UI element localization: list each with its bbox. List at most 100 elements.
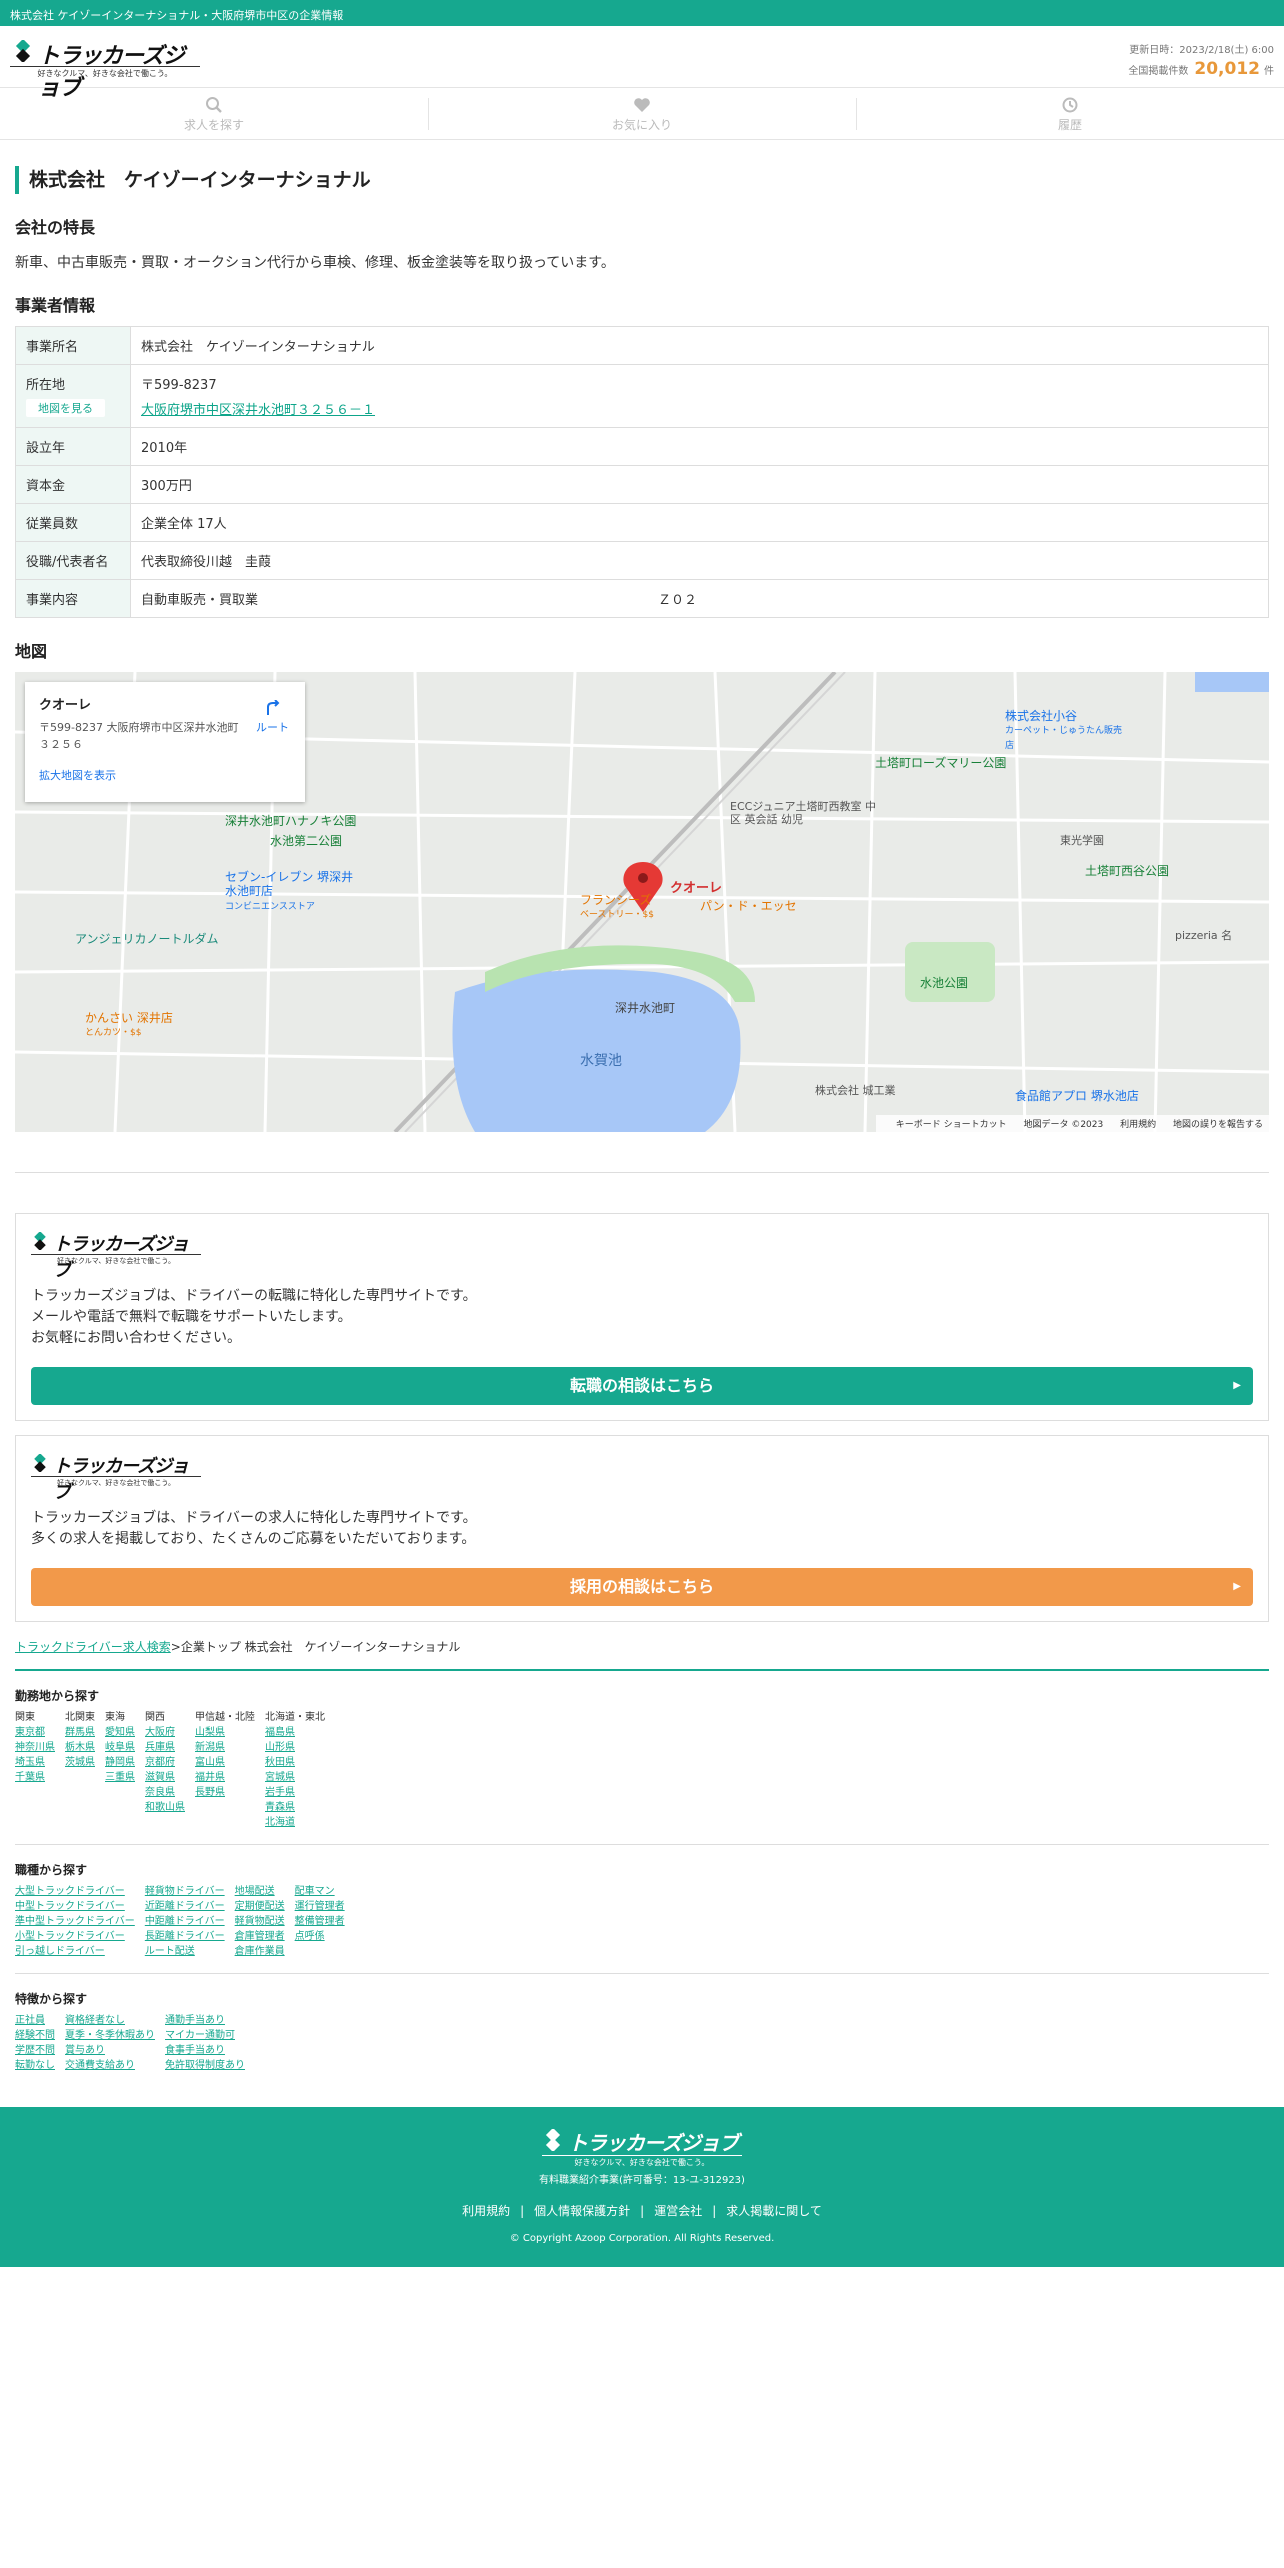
search-link[interactable]: 地場配送 (235, 1884, 285, 1899)
search-link[interactable]: 倉庫管理者 (235, 1929, 285, 1944)
search-link[interactable]: 配車マン (295, 1884, 345, 1899)
search-link[interactable]: 通勤手当あり (165, 2013, 245, 2028)
search-link[interactable]: 茨城県 (65, 1755, 95, 1770)
footer-logo[interactable]: トラッカーズジョブ 好きなクルマ、好きな会社で働こう。 (542, 2127, 742, 2171)
search-link[interactable]: 愛知県 (105, 1725, 135, 1740)
row-value: 自動車販売・買取業 Ｚ０２ (130, 579, 1269, 618)
map-embed[interactable]: クオーレ 土塔町ローズマリー公園 土塔町西谷公園 深井水池町ハナノキ公園 水池第… (15, 672, 1269, 1132)
column-head: 北海道・東北 (265, 1712, 325, 1723)
search-link[interactable]: 富山県 (195, 1755, 255, 1770)
search-link[interactable]: 三重県 (105, 1770, 135, 1785)
footer-link[interactable]: 求人掲載に関して (726, 2204, 822, 2218)
search-link[interactable]: 奈良県 (145, 1785, 185, 1800)
search-link[interactable]: 学歴不問 (15, 2043, 55, 2058)
nav-history[interactable]: 履歴 (856, 88, 1284, 139)
search-link[interactable]: 賞与あり (65, 2043, 155, 2058)
search-link[interactable]: 小型トラックドライバー (15, 1929, 135, 1944)
search-link[interactable]: 和歌山県 (145, 1800, 185, 1815)
row-label: 資本金 (15, 465, 131, 504)
header: トラッカーズジョブ 好きなクルマ、好きな会社で働こう。 更新日時：2023/2/… (0, 26, 1284, 101)
search-link[interactable]: 東京都 (15, 1725, 55, 1740)
career-consult-button[interactable]: 転職の相談はこちら ▶ (31, 1367, 1253, 1405)
promo-logo: トラッカーズジョブ 好きなクルマ、好きな会社で働こう。 (31, 1452, 201, 1503)
features-text: 新車、中古車販売・買取・オークション代行から車検、修理、板金塗装等を取り扱ってい… (15, 255, 615, 271)
search-link[interactable]: 栃木県 (65, 1740, 95, 1755)
search-link[interactable]: マイカー通勤可 (165, 2028, 245, 2043)
search-link[interactable]: 点呼係 (295, 1929, 345, 1944)
address-link[interactable]: 大阪府堺市中区深井水池町３２５６－１ (141, 399, 1258, 418)
search-link[interactable]: 免許取得制度あり (165, 2058, 245, 2073)
logo-mark-icon (34, 1454, 46, 1472)
search-link[interactable]: 北海道 (265, 1815, 325, 1830)
search-link[interactable]: 青森県 (265, 1800, 325, 1815)
separator: | (640, 2204, 645, 2218)
route-button[interactable]: ルート (256, 699, 289, 735)
nav-favorites[interactable]: お気に入り (428, 88, 856, 139)
search-link[interactable]: 運行管理者 (295, 1899, 345, 1914)
column-head: 北関東 (65, 1712, 95, 1723)
search-link[interactable]: 中距離ドライバー (145, 1914, 225, 1929)
search-link[interactable]: 埼玉県 (15, 1755, 55, 1770)
search-link[interactable]: 大阪府 (145, 1725, 185, 1740)
footer-link[interactable]: 運営会社 (654, 2204, 702, 2218)
search-link[interactable]: 秋田県 (265, 1755, 325, 1770)
site-logo[interactable]: トラッカーズジョブ 好きなクルマ、好きな会社で働こう。 (10, 36, 200, 101)
keyboard-shortcuts-link[interactable]: キーボード ショートカット (896, 1120, 1007, 1130)
search-link[interactable]: 食事手当あり (165, 2043, 245, 2058)
link-column: 通勤手当あり マイカー通勤可 食事手当あり 免許取得制度あり (165, 2013, 245, 2073)
search-link[interactable]: 転勤なし (15, 2058, 55, 2073)
search-link[interactable]: 京都府 (145, 1755, 185, 1770)
search-link[interactable]: 近距離ドライバー (145, 1899, 225, 1914)
search-link[interactable]: 新潟県 (195, 1740, 255, 1755)
search-link[interactable]: 岐阜県 (105, 1740, 135, 1755)
map-label: パン・ド・エッセ (700, 899, 797, 913)
breadcrumb-home[interactable]: トラックドライバー求人検索 (15, 1640, 171, 1654)
search-link[interactable]: 交通費支給あり (65, 2058, 155, 2073)
nav-search[interactable]: 求人を探す (0, 88, 428, 139)
search-link[interactable]: 軽貨物配送 (235, 1914, 285, 1929)
search-link[interactable]: 資格経者なし (65, 2013, 155, 2028)
map-footer: キーボード ショートカット 地図データ ©2023 利用規約 地図の誤りを報告す… (875, 1115, 1269, 1132)
search-link[interactable]: 整備管理者 (295, 1914, 345, 1929)
search-link[interactable]: 群馬県 (65, 1725, 95, 1740)
search-link[interactable]: 福井県 (195, 1770, 255, 1785)
map-label: 東光学園 (1060, 834, 1104, 847)
search-link[interactable]: 滋賀県 (145, 1770, 185, 1785)
search-link[interactable]: 準中型トラックドライバー (15, 1914, 135, 1929)
map-label: 水池第二公園 (270, 834, 343, 848)
search-link[interactable]: 岩手県 (265, 1785, 325, 1800)
search-link[interactable]: 倉庫作業員 (235, 1944, 285, 1959)
hiring-consult-button[interactable]: 採用の相談はこちら ▶ (31, 1568, 1253, 1606)
view-map-button[interactable]: 地図を見る (26, 399, 105, 417)
enlarge-map-link[interactable]: 拡大地図を表示 (39, 767, 291, 783)
footer-link[interactable]: 利用規約 (462, 2204, 510, 2218)
search-link[interactable]: 宮城県 (265, 1770, 325, 1785)
report-error-link[interactable]: 地図の誤りを報告する (1173, 1120, 1263, 1130)
search-link[interactable]: 福島県 (265, 1725, 325, 1740)
footer-link[interactable]: 個人情報保護方針 (534, 2204, 630, 2218)
map-terms-link[interactable]: 利用規約 (1120, 1120, 1156, 1130)
search-link[interactable]: 夏季・冬季休暇あり (65, 2028, 155, 2043)
table-row: 所在地 地図を見る 〒599-8237 大阪府堺市中区深井水池町３２５６－１ (15, 364, 1269, 428)
search-link[interactable]: 山梨県 (195, 1725, 255, 1740)
search-link[interactable]: 山形県 (265, 1740, 325, 1755)
search-link[interactable]: 長距離ドライバー (145, 1929, 225, 1944)
search-link[interactable]: 神奈川県 (15, 1740, 55, 1755)
search-link[interactable]: 軽貨物ドライバー (145, 1884, 225, 1899)
search-link[interactable]: 定期便配送 (235, 1899, 285, 1914)
main-content: 株式会社 ケイゾーインターナショナル 会社の特長 新車、中古車販売・買取・オーク… (0, 166, 1284, 1671)
table-row: 事業内容 自動車販売・買取業 Ｚ０２ (15, 579, 1269, 618)
place-address: 〒599-8237 大阪府堺市中区深井水池町３２５６ (39, 721, 239, 751)
search-link[interactable]: 千葉県 (15, 1770, 55, 1785)
listing-count: 全国掲載件数 20,012 件 (1128, 59, 1274, 79)
search-link[interactable]: 静岡県 (105, 1755, 135, 1770)
search-link[interactable]: 経験不問 (15, 2028, 55, 2043)
search-link[interactable]: ルート配送 (145, 1944, 225, 1959)
search-link[interactable]: 中型トラックドライバー (15, 1899, 135, 1914)
link-column: 関東 東京都 神奈川県 埼玉県 千葉県 (15, 1710, 55, 1830)
search-link[interactable]: 長野県 (195, 1785, 255, 1800)
search-link[interactable]: 兵庫県 (145, 1740, 185, 1755)
search-link[interactable]: 引っ越しドライバー (15, 1944, 135, 1959)
search-link[interactable]: 正社員 (15, 2013, 55, 2028)
search-link[interactable]: 大型トラックドライバー (15, 1884, 135, 1899)
